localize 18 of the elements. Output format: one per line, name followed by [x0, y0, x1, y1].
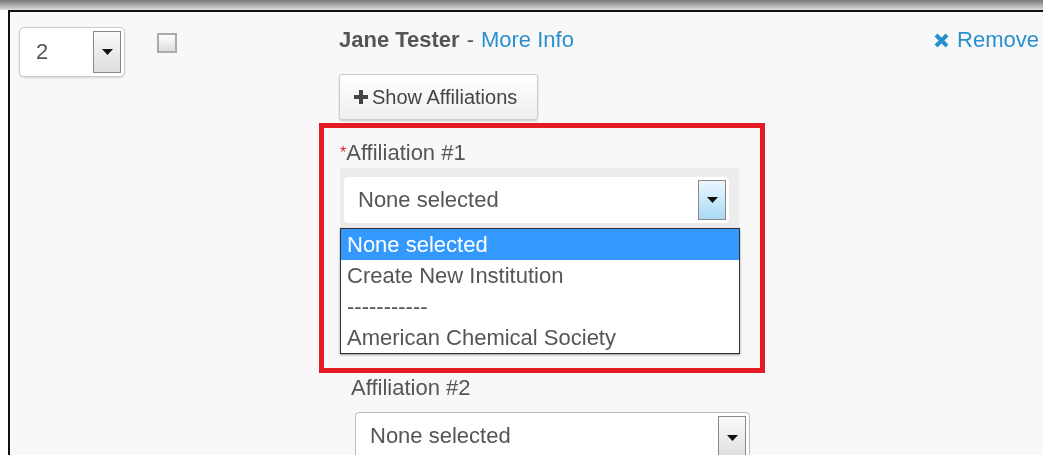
plus-icon [354, 90, 368, 104]
dropdown-option[interactable]: Create New Institution [341, 260, 739, 291]
order-select[interactable]: 2 [19, 27, 125, 77]
author-name: Jane Tester [339, 27, 460, 53]
dropdown-option[interactable]: ----------- [341, 291, 739, 322]
show-affiliations-button[interactable]: Show Affiliations [339, 74, 539, 120]
checkbox[interactable] [157, 33, 177, 53]
caret-icon [726, 435, 738, 441]
affiliation-select[interactable]: None selected [344, 177, 729, 223]
dropdown-option[interactable]: American Chemical Society [341, 322, 739, 353]
caret-icon [706, 197, 718, 203]
affiliation-select[interactable]: None selected [355, 412, 750, 455]
caret-icon [101, 49, 113, 55]
separator-text: - [466, 27, 474, 53]
field-label: Affiliation #2 [351, 375, 472, 401]
field-label: *Affiliation #1 [340, 140, 467, 166]
close-icon [934, 32, 950, 48]
required-mark: * [340, 144, 347, 161]
